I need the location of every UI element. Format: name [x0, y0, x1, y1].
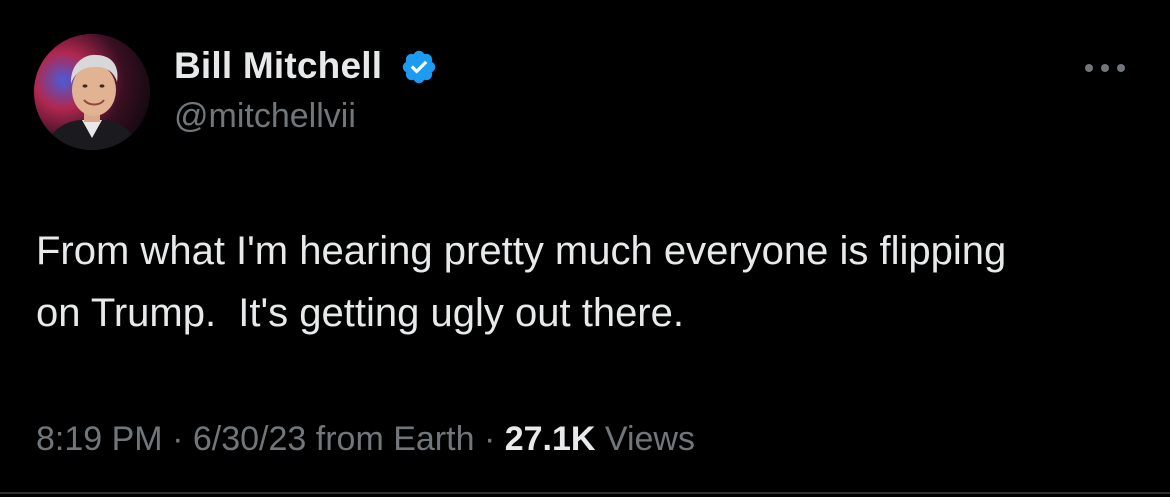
- more-horizontal-icon: [1117, 64, 1125, 72]
- more-horizontal-icon: [1085, 64, 1093, 72]
- avatar[interactable]: [34, 34, 150, 150]
- meta-separator: ·: [483, 420, 496, 458]
- author-handle[interactable]: @mitchellvii: [174, 97, 356, 136]
- tweet-source: from Earth: [315, 420, 475, 458]
- tweet-date[interactable]: 6/30/23: [193, 420, 306, 458]
- divider: [0, 492, 1170, 494]
- views-label: Views: [604, 420, 695, 458]
- tweet-card: Bill Mitchell @mitchellvii From what I'm…: [0, 0, 1170, 497]
- more-options-button[interactable]: [1082, 58, 1128, 78]
- views-count[interactable]: 27.1K: [505, 420, 596, 458]
- meta-separator: ·: [172, 420, 184, 458]
- tweet-meta: 8:19 PM · 6/30/23 from Earth · 27.1K Vie…: [36, 420, 695, 459]
- tweet-text: From what I'm hearing pretty much everyo…: [36, 229, 1007, 335]
- verified-badge-icon: [402, 50, 436, 84]
- author-name[interactable]: Bill Mitchell: [174, 45, 382, 87]
- avatar-image: [34, 34, 150, 150]
- more-horizontal-icon: [1101, 64, 1109, 72]
- tweet-time[interactable]: 8:19 PM: [36, 420, 163, 458]
